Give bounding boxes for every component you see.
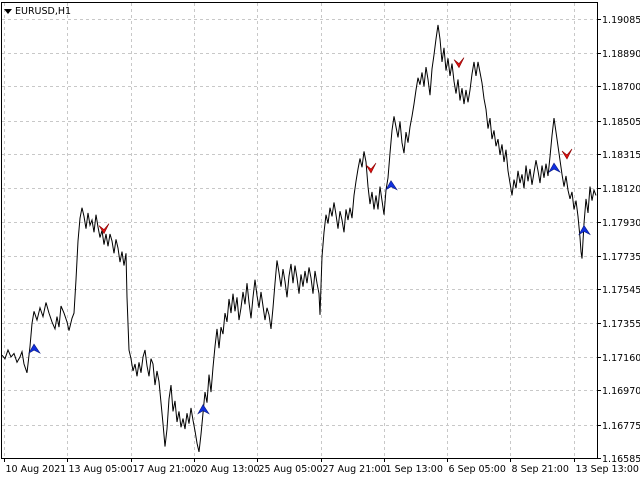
chart-title[interactable]: EURUSD,H1 [4,4,71,18]
x-tick-label: 25 Aug 05:00 [259,464,323,475]
x-tick-label: 20 Aug 13:00 [196,464,260,475]
x-tick-label: 27 Aug 21:00 [323,464,387,475]
y-tick-label: 1.18700 [602,82,640,93]
signal-arrows [28,57,591,415]
y-tick-label: 1.16775 [602,421,640,432]
price-axis[interactable]: 1.19085 1.18890 1.18700 1.18505 1.18315 1.181… [598,15,640,465]
grid-lines [2,3,598,459]
x-tick-label: 17 Aug 21:00 [133,464,197,475]
y-tick-label: 1.16970 [602,386,640,397]
x-tick-label: 13 Sep 13:00 [576,464,639,475]
price-chart[interactable]: 1.19085 1.18890 1.18700 1.18505 1.18315 1.181… [0,0,640,480]
chart-window[interactable]: 1.19085 1.18890 1.18700 1.18505 1.18315 1.181… [0,0,640,480]
y-tick-label: 1.17930 [602,218,640,229]
y-tick-label: 1.17735 [602,252,640,263]
buy-arrow-icon [548,162,561,173]
x-tick-label: 13 Aug 05:00 [69,464,133,475]
y-tick-label: 1.18890 [602,49,640,60]
y-tick-label: 1.17160 [602,353,640,364]
x-tick-label: 10 Aug 2021 [6,464,67,475]
price-series-line [1,24,597,453]
buy-arrow-icon [28,343,41,354]
time-axis[interactable]: 10 Aug 2021 13 Aug 05:00 17 Aug 21:0020 Au… [4,458,639,475]
sell-arrow-icon [453,57,465,69]
y-tick-label: 1.18315 [602,150,640,161]
y-tick-label: 1.18505 [602,117,640,128]
symbol-timeframe-label: EURUSD,H1 [15,5,72,17]
buy-arrow-icon [578,224,591,236]
y-tick-label: 1.17545 [602,285,640,296]
sell-arrow-icon [365,162,377,174]
y-tick-label: 1.19085 [602,15,640,26]
sell-arrow-icon [561,148,573,160]
x-tick-label: 1 Sep 13:00 [386,464,443,475]
x-tick-label: 6 Sep 05:00 [449,464,506,475]
sell-arrow-icon [98,223,110,235]
chevron-down-icon[interactable] [4,8,12,14]
y-tick-label: 1.17355 [602,319,640,330]
x-tick-label: 8 Sep 21:00 [512,464,569,475]
y-tick-label: 1.18120 [602,184,640,195]
